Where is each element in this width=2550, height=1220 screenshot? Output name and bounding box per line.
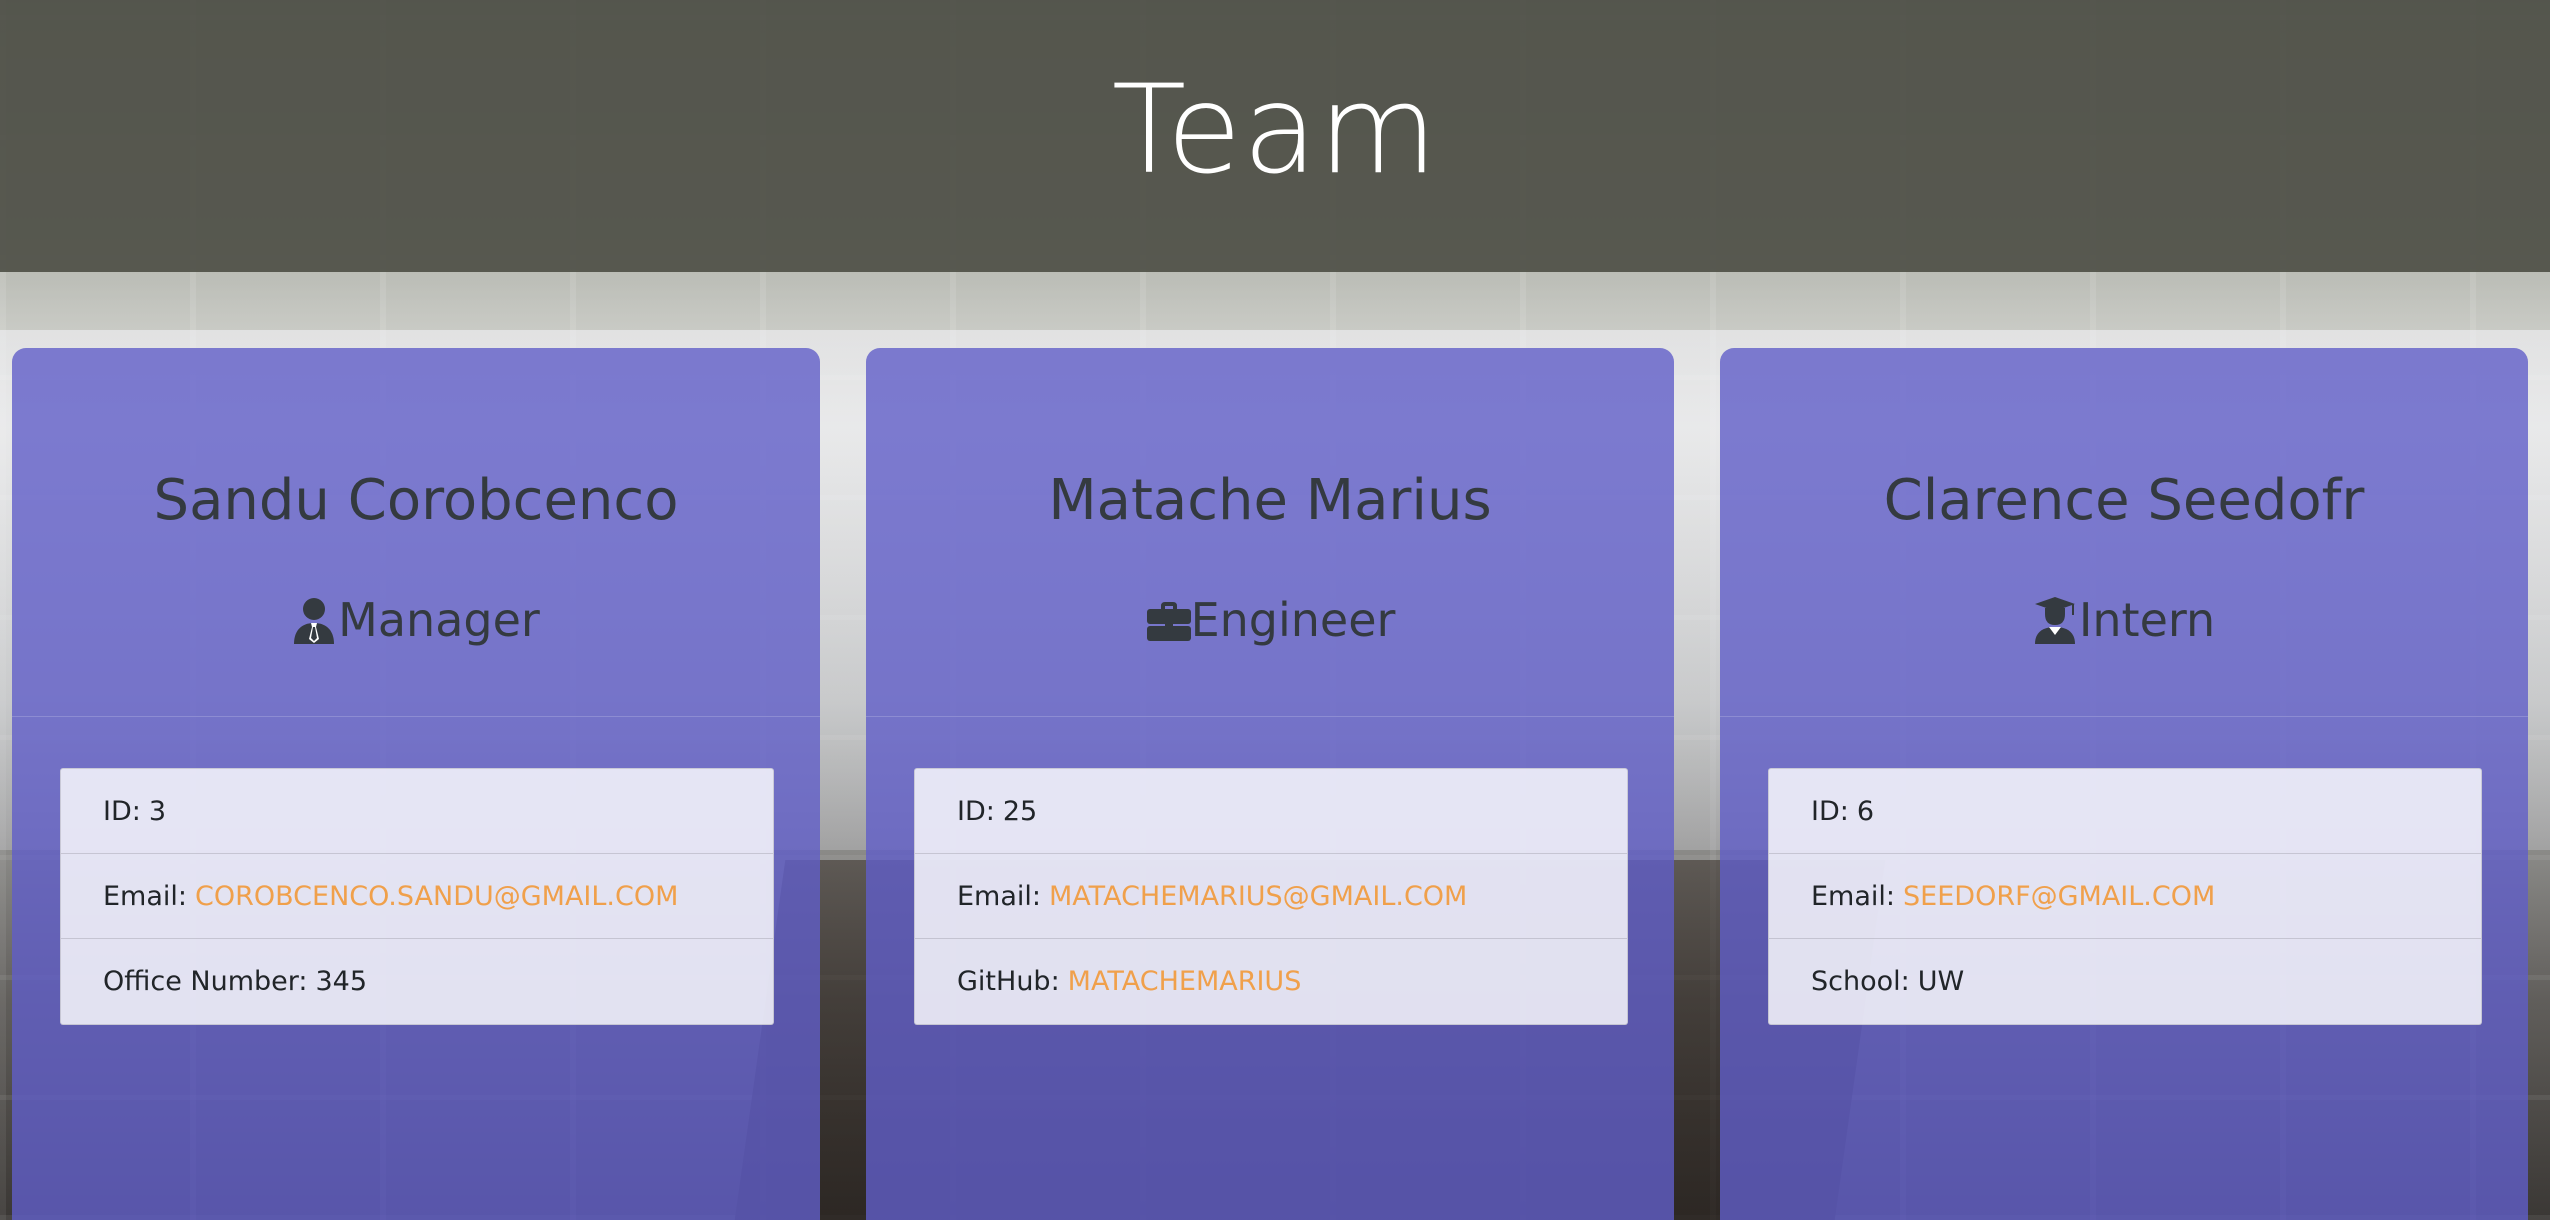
list-item-id: ID: 6 [1769, 769, 2481, 854]
id-value: 6 [1856, 795, 1875, 827]
employee-details: ID: 3 Email: COROBCENCO.SANDU@GMAIL.COM … [60, 768, 774, 1025]
list-item-id: ID: 25 [915, 769, 1627, 854]
user-tie-icon [292, 596, 336, 644]
id-label: ID: [957, 795, 995, 827]
github-label: GitHub: [957, 966, 1060, 997]
employee-card-intern: Clarence Seedofr Intern ID: 6 Email: SEE… [1720, 348, 2528, 1220]
card-header: Sandu Corobcenco Manager [12, 348, 820, 717]
list-item-office-number: Office Number: 345 [61, 939, 773, 1024]
team-cards: Sandu Corobcenco Manager ID: 3 Email: CO… [0, 348, 2550, 1220]
email-link[interactable]: SEEDORF@GMAIL.COM [1903, 881, 2215, 912]
employee-role: Engineer [866, 593, 1674, 647]
page-title: Team [1111, 59, 1439, 201]
employee-name: Matache Marius [1048, 468, 1492, 533]
role-label: Engineer [1190, 593, 1396, 647]
employee-card-manager: Sandu Corobcenco Manager ID: 3 Email: CO… [12, 348, 820, 1220]
email-link[interactable]: COROBCENCO.SANDU@GMAIL.COM [195, 881, 678, 912]
card-header: Matache Marius Engineer [866, 348, 1674, 717]
employee-details: ID: 25 Email: MATACHEMARIUS@GMAIL.COM Gi… [914, 768, 1628, 1025]
list-item-school: School: UW [1769, 939, 2481, 1024]
email-label: Email: [103, 880, 188, 912]
employee-card-engineer: Matache Marius Engineer ID: 25 Email: MA… [866, 348, 1674, 1220]
github-link[interactable]: MATACHEMARIUS [1068, 966, 1302, 997]
school-label: School: [1811, 966, 1910, 997]
list-item-id: ID: 3 [61, 769, 773, 854]
office-number-label: Office Number: [103, 966, 308, 997]
email-link[interactable]: MATACHEMARIUS@GMAIL.COM [1049, 881, 1467, 912]
id-value: 3 [148, 795, 167, 827]
school-value: UW [1917, 966, 1965, 997]
list-item-email: Email: MATACHEMARIUS@GMAIL.COM [915, 854, 1627, 939]
employee-name: Sandu Corobcenco [153, 468, 679, 533]
email-label: Email: [957, 880, 1042, 912]
briefcase-icon [1145, 596, 1191, 644]
page: Team Sandu Corobcenco Manager ID: 3 Emai… [0, 0, 2550, 1220]
employee-details: ID: 6 Email: SEEDORF@GMAIL.COM School: U… [1768, 768, 2482, 1025]
email-label: Email: [1811, 880, 1896, 912]
list-item-email: Email: SEEDORF@GMAIL.COM [1769, 854, 2481, 939]
card-header: Clarence Seedofr Intern [1720, 348, 2528, 717]
employee-role: Intern [1720, 593, 2528, 647]
page-header: Team [0, 0, 2550, 272]
id-label: ID: [103, 795, 141, 827]
id-value: 25 [1002, 795, 1038, 827]
list-item-github: GitHub: MATACHEMARIUS [915, 939, 1627, 1024]
list-item-email: Email: COROBCENCO.SANDU@GMAIL.COM [61, 854, 773, 939]
user-graduate-icon [2033, 596, 2077, 644]
role-label: Manager [338, 593, 540, 647]
employee-role: Manager [12, 593, 820, 647]
office-number-value: 345 [315, 966, 368, 997]
employee-name: Clarence Seedofr [1883, 468, 2365, 533]
id-label: ID: [1811, 795, 1849, 827]
role-label: Intern [2078, 593, 2216, 647]
